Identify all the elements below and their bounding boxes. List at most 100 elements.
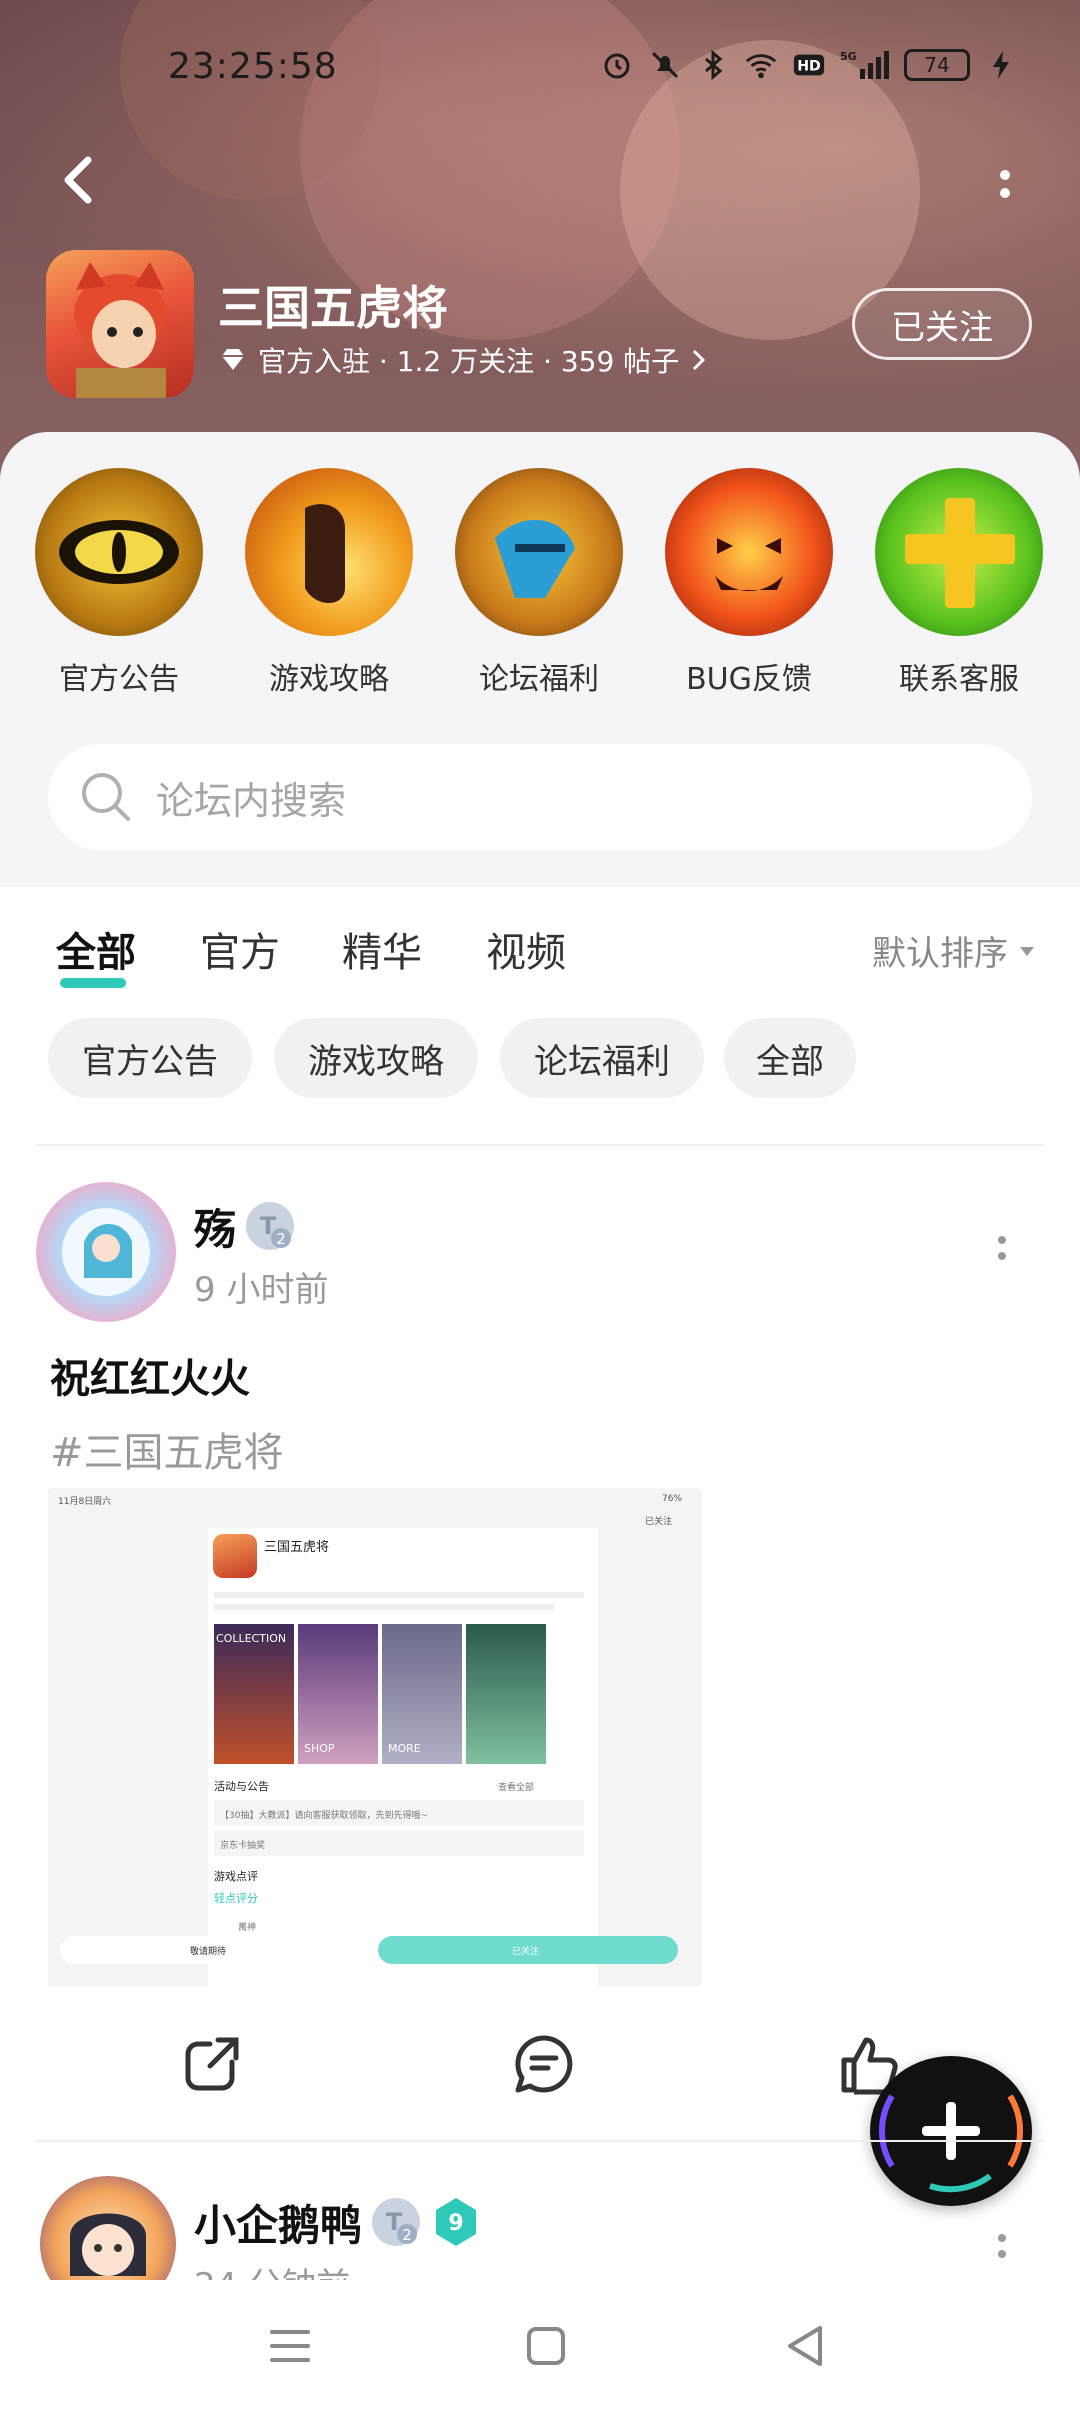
chip-welfare[interactable]: 论坛福利 xyxy=(500,1018,704,1098)
sort-label: 默认排序 xyxy=(872,934,1008,974)
quick-link-label: 游戏攻略 xyxy=(269,662,389,697)
chip-announcements[interactable]: 官方公告 xyxy=(48,1018,252,1098)
back-button[interactable] xyxy=(50,150,110,210)
quick-link-customer-service[interactable]: 联系客服 xyxy=(874,468,1044,698)
home-button[interactable] xyxy=(516,2316,576,2376)
home-square-icon xyxy=(527,2327,565,2365)
avatar[interactable] xyxy=(36,1182,176,1322)
menu-button[interactable] xyxy=(260,2316,320,2376)
post-topic-tag[interactable]: #三国五虎将 xyxy=(50,1420,284,1478)
post-more-button[interactable] xyxy=(992,2228,1012,2268)
post-preview: 小企鹅鸭 T2 9 24 分钟前 xyxy=(0,2142,1080,2280)
shot-reviewer: 萬神 xyxy=(238,1923,257,1933)
shot-card-label: MORE xyxy=(388,1742,421,1755)
level-number: 2 xyxy=(276,1230,286,1248)
shot-card xyxy=(466,1624,546,1764)
post-time: 24 分钟前 xyxy=(194,2258,350,2280)
shot-section-review: 游戏点评 xyxy=(214,1870,258,1883)
triangle-back-icon xyxy=(788,2326,822,2366)
quick-link-welfare[interactable]: 论坛福利 xyxy=(454,468,624,698)
quick-link-label: 联系客服 xyxy=(899,662,1019,697)
more-vertical-icon xyxy=(1000,170,1010,198)
system-back-button[interactable] xyxy=(776,2316,836,2376)
shot-card: MORE xyxy=(382,1624,462,1764)
shot-follow-small: 已关注 xyxy=(644,1517,672,1527)
tab-official[interactable]: 官方 xyxy=(200,920,280,978)
level-badge-icon: T2 xyxy=(246,1202,294,1250)
post-more-button[interactable] xyxy=(992,1230,1012,1270)
game-meta[interactable]: 官方入驻 · 1.2 万关注 · 359 帖子 xyxy=(218,340,709,380)
post-title[interactable]: 祝红红火火 xyxy=(50,1346,250,1404)
tab-all[interactable]: 全部 xyxy=(56,920,136,978)
shot-btn-left: 敬请期待 xyxy=(60,1936,360,1964)
tab-label: 精华 xyxy=(342,930,422,976)
vip-level: 9 xyxy=(448,2211,463,2236)
chip-guides[interactable]: 游戏攻略 xyxy=(274,1018,478,1098)
shot-btn-right: 已关注 xyxy=(378,1936,678,1964)
shot-card-label: SHOP xyxy=(304,1742,335,1755)
eye-icon xyxy=(35,468,203,636)
tab-label: 官方 xyxy=(200,930,280,976)
hd-icon: HD xyxy=(792,48,826,82)
shot-status-left: 11月8日周六 xyxy=(58,1497,112,1507)
shot-status-right: 76% xyxy=(661,1494,682,1504)
tab-label: 视频 xyxy=(486,930,566,976)
svg-text:HD: HD xyxy=(797,59,821,75)
alarm-icon xyxy=(600,48,634,82)
status-bar: 23:25:58 HD 5G 74 xyxy=(0,46,1080,94)
battery-icon: 74 xyxy=(904,49,970,81)
post-time: 9 小时前 xyxy=(194,1270,329,1310)
shot-item2: 京东卡抽奖 xyxy=(220,1841,266,1851)
sort-dropdown[interactable]: 默认排序 xyxy=(872,926,1036,975)
game-icon[interactable] xyxy=(46,250,194,398)
search-input[interactable]: 论坛内搜索 xyxy=(48,744,1032,850)
comment-button[interactable] xyxy=(512,2032,576,2096)
shot-card: COLLECTION xyxy=(214,1624,294,1764)
plus-cross-icon xyxy=(875,468,1043,636)
tab-video[interactable]: 视频 xyxy=(486,920,566,978)
shot-game-icon xyxy=(213,1534,257,1578)
comment-icon xyxy=(515,2035,573,2093)
divider xyxy=(36,1144,1044,1146)
shot-item1: 【30抽】大教派】请向客服获取领取，先到先得哦~ xyxy=(220,1811,428,1821)
charging-icon xyxy=(984,48,1018,82)
search-icon xyxy=(82,773,130,821)
quick-links: 官方公告 游戏攻略 论坛福利 BUG反馈 联系客服 xyxy=(0,468,1080,728)
quick-link-guides[interactable]: 游戏攻略 xyxy=(244,468,414,698)
status-icons: HD 5G 74 xyxy=(600,48,1018,82)
share-button[interactable] xyxy=(180,2032,244,2096)
pumpkin-icon xyxy=(665,468,833,636)
post-username[interactable]: 小企鹅鸭 xyxy=(194,2192,362,2253)
quick-link-label: 官方公告 xyxy=(59,662,179,697)
post-username[interactable]: 殇 xyxy=(194,1196,236,1257)
back-arrow-icon xyxy=(64,156,92,204)
shot-desc-line xyxy=(214,1604,554,1610)
wifi-icon xyxy=(744,48,778,82)
quick-link-announcements[interactable]: 官方公告 xyxy=(34,468,204,698)
hand-icon xyxy=(245,468,413,636)
game-title: 三国五虎将 xyxy=(218,281,448,335)
quick-link-bug-report[interactable]: BUG反馈 xyxy=(664,468,834,698)
chip-all[interactable]: 全部 xyxy=(724,1018,856,1098)
follow-button[interactable]: 已关注 xyxy=(852,288,1032,360)
level-badge-icon: T2 xyxy=(372,2198,420,2246)
tab-featured[interactable]: 精华 xyxy=(342,920,422,978)
more-vertical-icon xyxy=(998,1236,1006,1260)
system-nav-bar xyxy=(0,2280,1080,2412)
shot-game-name: 三国五虎将 xyxy=(264,1540,330,1555)
quick-link-label: BUG反馈 xyxy=(686,662,812,697)
more-options-button[interactable] xyxy=(985,155,1025,215)
status-time: 23:25:58 xyxy=(168,46,338,87)
chevron-right-icon xyxy=(693,349,706,371)
shot-review-score: 轻点评分 xyxy=(214,1892,258,1905)
shot-mini-page: 三国五虎将 COLLECTION SHOP MORE 活动与公告 查看全部 【3… xyxy=(208,1528,598,1986)
post-image[interactable]: 11月8日周六 76% 已关注 三国五虎将 COLLECTION SHOP MO… xyxy=(48,1488,702,1986)
network-label: 5G xyxy=(840,50,857,63)
post-tabs: 全部 官方 精华 视频 默认排序 xyxy=(56,920,1036,990)
more-vertical-icon xyxy=(998,2234,1006,2258)
avatar[interactable] xyxy=(40,2176,176,2280)
shot-btn-left-label: 敬请期待 xyxy=(190,1947,227,1957)
menu-icon xyxy=(270,2330,310,2362)
tab-label: 全部 xyxy=(56,930,136,976)
bluetooth-icon xyxy=(696,48,730,82)
